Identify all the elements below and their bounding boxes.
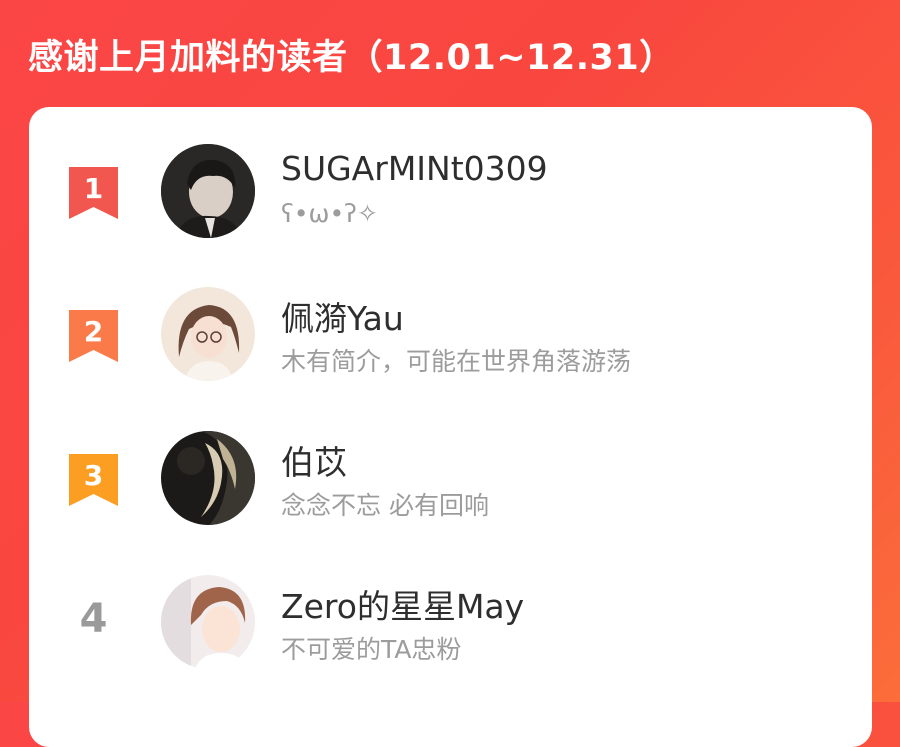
reader-row-3[interactable]: 3 伯苡 念念不忘 必有回响 bbox=[29, 424, 872, 534]
page-title: 感谢上月加料的读者（12.01~12.31） bbox=[28, 38, 675, 78]
rank-number: 2 bbox=[84, 315, 103, 348]
rank-ribbon-icon-1: 1 bbox=[69, 167, 118, 219]
reader-bio: 不可爱的TA忠粉 bbox=[281, 635, 462, 664]
reader-bio: ʕ•ω•ʔ✧ bbox=[281, 199, 378, 228]
avatar[interactable] bbox=[161, 144, 255, 238]
reader-name[interactable]: SUGArMINt0309 bbox=[281, 149, 548, 188]
rank-number: 3 bbox=[84, 459, 103, 492]
reader-name[interactable]: 佩漪Yau bbox=[281, 292, 404, 340]
avatar[interactable] bbox=[161, 575, 255, 669]
reader-name[interactable]: 伯苡 bbox=[281, 436, 347, 484]
reader-row-4[interactable]: 4 Zero的星星May 不可爱的TA忠粉 bbox=[29, 568, 872, 678]
avatar[interactable] bbox=[161, 287, 255, 381]
reader-row-1[interactable]: 1 SUGArMINt0309 ʕ•ω•ʔ✧ bbox=[29, 137, 872, 247]
reader-list-card: 1 SUGArMINt0309 ʕ•ω•ʔ✧ 2 佩漪Yau 木有简介，可能在世… bbox=[29, 107, 872, 747]
reader-row-2[interactable]: 2 佩漪Yau 木有简介，可能在世界角落游荡 bbox=[29, 280, 872, 390]
rank-number: 4 bbox=[79, 596, 108, 642]
reader-bio: 念念不忘 必有回响 bbox=[281, 491, 489, 520]
rank-number: 1 bbox=[84, 172, 103, 205]
rank-ribbon-icon-2: 2 bbox=[69, 310, 118, 362]
reader-bio: 木有简介，可能在世界角落游荡 bbox=[281, 347, 632, 376]
avatar[interactable] bbox=[161, 431, 255, 525]
reader-name[interactable]: Zero的星星May bbox=[281, 580, 524, 628]
rank-ribbon-icon-3: 3 bbox=[69, 454, 118, 506]
